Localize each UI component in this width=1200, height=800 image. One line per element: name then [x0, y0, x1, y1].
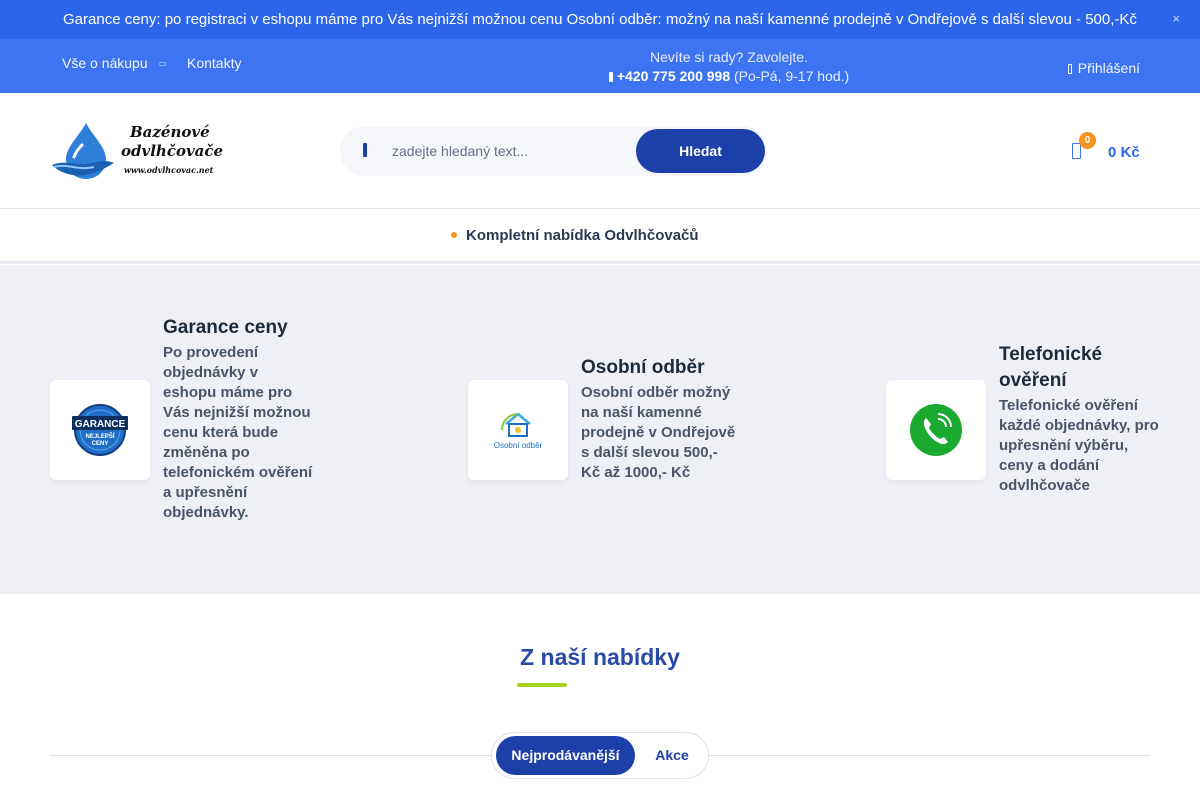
tab-bestsellers[interactable]: Nejprodávanější: [496, 736, 635, 775]
benefit-text-phone: Telefonické ověření každé objednávky, pr…: [999, 397, 1159, 494]
logo-text-line1: Bazénové: [130, 123, 210, 141]
nav-shop-info[interactable]: Vše o nákupu: [62, 55, 148, 71]
office-hours: (Po-Pá, 9-17 hod.): [734, 68, 850, 84]
price-guarantee-card: GARANCE NEJLEPŠÍ CENY: [50, 380, 150, 480]
benefits-section: GARANCE NEJLEPŠÍ CENY Garance ceny Po pr…: [0, 265, 1200, 594]
category-label: Kompletní nabídka Odvlhčovačů: [466, 227, 699, 244]
search-icon[interactable]: [360, 142, 370, 158]
benefit-text-price: Po provedení objednávky v eshopu máme pr…: [163, 344, 313, 521]
site-logo[interactable]: Bazénové odvlhčovače www.odvlhcovac.net: [52, 121, 223, 183]
login-link[interactable]: Přihlášení: [1067, 60, 1140, 76]
phone-call-icon: [910, 404, 962, 456]
cart-total: 0 Kč: [1108, 144, 1140, 161]
category-nav: Kompletní nabídka Odvlhčovačů: [0, 209, 1200, 264]
product-tabs: Nejprodávanější Akce: [491, 732, 709, 779]
section-title: Z naší nabídky: [520, 644, 680, 670]
phone-number[interactable]: +420 775 200 998: [617, 68, 730, 84]
help-phone-line: +420 775 200 998 (Po-Pá, 9-17 hod.): [604, 68, 854, 84]
help-contact: Nevíte si rady? Zavolejte. +420 775 200 …: [604, 49, 854, 84]
search-input[interactable]: [392, 136, 632, 166]
pickup-icon-label: Osobní odběr: [494, 441, 543, 450]
search-button[interactable]: Hledat: [636, 129, 765, 173]
cart[interactable]: 0 0 Kč: [1068, 131, 1148, 171]
logo-url: www.odvlhcovac.net: [124, 165, 214, 175]
search-bar: Hledat: [340, 126, 767, 176]
benefit-title-price: Garance ceny: [163, 317, 288, 338]
benefit-title-pickup: Osobní odběr: [581, 357, 705, 378]
badge-line1: GARANCE: [75, 419, 126, 430]
cart-count-badge: 0: [1079, 132, 1096, 149]
top-nav: Vše o nákupu ▭ Kontakty Nevíte si rady? …: [0, 39, 1200, 93]
tab-sale[interactable]: Akce: [642, 736, 702, 775]
promo-bar: Garance ceny: po registraci v eshopu mám…: [0, 0, 1200, 39]
chevron-down-icon[interactable]: ▭: [159, 59, 167, 68]
badge-line3: CENY: [92, 441, 109, 447]
title-underline: [517, 683, 567, 687]
nav-contacts[interactable]: Kontakty: [187, 55, 241, 71]
water-drop-logo-icon: [52, 123, 114, 179]
badge-line2: NEJLEPŠÍ: [85, 432, 114, 440]
price-guarantee-badge-icon: GARANCE NEJLEPŠÍ CENY: [72, 404, 128, 456]
site-header: Bazénové odvlhčovače www.odvlhcovac.net …: [0, 93, 1200, 209]
bullet-icon: [451, 232, 457, 238]
category-item-dehumidifiers[interactable]: Kompletní nabídka Odvlhčovačů: [451, 227, 699, 244]
logo-text-line2: odvlhčovače: [121, 142, 224, 160]
promo-text: Garance ceny: po registraci v eshopu mám…: [63, 11, 1137, 28]
close-icon[interactable]: ×: [1172, 11, 1180, 26]
user-icon: [1067, 64, 1072, 74]
benefit-text-pickup: Osobní odběr možný na naší kamenné prode…: [581, 384, 736, 481]
phone-icon: [608, 72, 613, 82]
phone-verification-card: [886, 380, 986, 480]
help-question: Nevíte si rady? Zavolejte.: [650, 49, 808, 65]
benefit-title-phone: Telefonické ověření: [999, 344, 1103, 391]
store-pickup-icon: Osobní odběr: [494, 412, 543, 450]
personal-pickup-card: Osobní odběr: [468, 380, 568, 480]
login-label: Přihlášení: [1077, 60, 1140, 76]
